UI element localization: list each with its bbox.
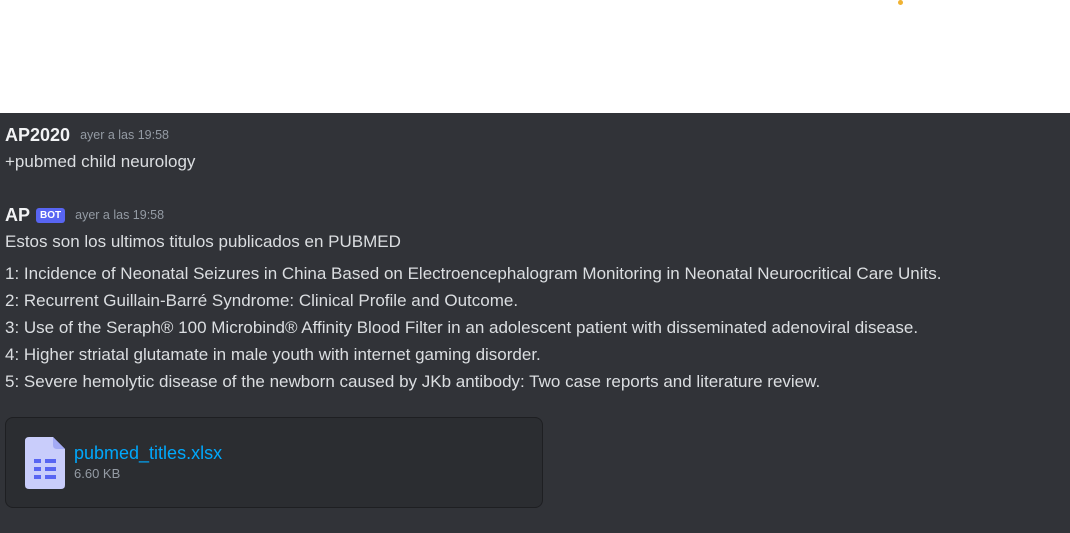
chat-messages-area: AP2020 ayer a las 19:58 +pubmed child ne… — [0, 113, 1070, 533]
title-item: 1: Incidence of Neonatal Seizures in Chi… — [5, 264, 942, 283]
message-timestamp: ayer a las 19:58 — [80, 128, 170, 142]
status-dot — [898, 0, 903, 5]
title-item: 3: Use of the Seraph® 100 Microbind® Aff… — [5, 318, 919, 337]
message-bot: AP BOT ayer a las 19:58 Estos son los ul… — [5, 205, 941, 395]
message-timestamp: ayer a las 19:58 — [75, 208, 165, 222]
username[interactable]: AP2020 — [5, 125, 70, 145]
bot-badge: BOT — [36, 207, 66, 223]
message-text: +pubmed child neurology — [5, 152, 196, 171]
title-item: 5: Severe hemolytic disease of the newbo… — [5, 372, 821, 391]
spreadsheet-file-icon[interactable] — [25, 437, 65, 489]
username[interactable]: AP — [5, 205, 30, 225]
file-attachment[interactable]: pubmed_titles.xlsx 6.60 KB — [5, 417, 543, 508]
title-item: 4: Higher striatal glutamate in male you… — [5, 345, 541, 364]
title-item: 2: Recurrent Guillain-Barré Syndrome: Cl… — [5, 291, 519, 310]
message-user: AP2020 ayer a las 19:58 +pubmed child ne… — [5, 125, 195, 175]
attachment-file-name[interactable]: pubmed_titles.xlsx — [74, 442, 222, 464]
attachment-file-size: 6.60 KB — [74, 466, 121, 481]
titles-list: 1: Incidence of Neonatal Seizures in Chi… — [5, 260, 941, 395]
message-intro-text: Estos son los ultimos titulos publicados… — [5, 232, 401, 251]
top-blank-area — [0, 0, 1070, 113]
message-header: AP BOT ayer a las 19:58 — [5, 205, 941, 225]
message-header: AP2020 ayer a las 19:58 — [5, 125, 195, 145]
